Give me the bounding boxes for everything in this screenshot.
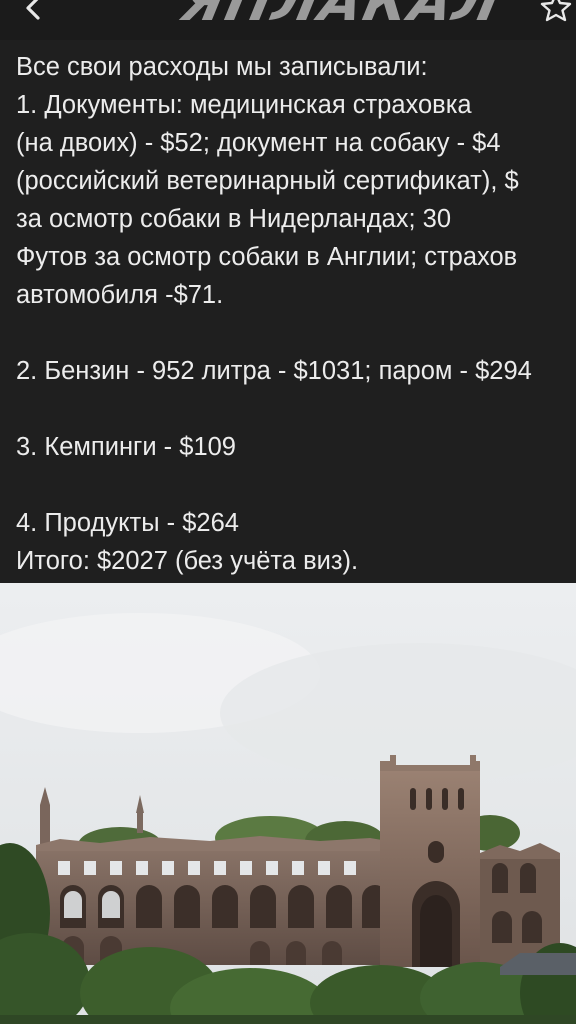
text-line-documents-6: автомобиля -$71. [16,281,224,309]
back-button[interactable] [18,0,48,24]
star-outline-icon [540,0,572,22]
text-line-documents-4: за осмотр собаки в Нидерландах; 30 [16,205,452,233]
abbey-ruins-illustration [0,583,576,1024]
text-line-documents: 1. Документы: медицинская страховка [16,91,472,119]
chevron-left-icon [26,0,40,20]
post-page: ЯПЛАКАЛ Все свои расходы мы записывали: … [0,0,576,1024]
text-line-total: Итого: $2027 (без учёта виз). [16,547,359,575]
favorite-button[interactable] [540,0,572,22]
site-logo[interactable]: ЯПЛАКАЛ [176,0,508,33]
text-line-documents-3: (российский ветеринарный сертификат), $ [16,167,519,195]
text-line-documents-2: (на двоих) - $52; документ на собаку - $… [16,129,501,157]
text-line-campings: 3. Кемпинги - $109 [16,433,236,461]
post-body-text: Все свои расходы мы записывали: 1. Докум… [16,48,576,580]
text-line-intro: Все свои расходы мы записывали: [16,53,428,81]
text-line-fuel: 2. Бензин - 952 литра - $1031; паром - $… [16,357,532,385]
text-line-food: 4. Продукты - $264 [16,509,239,537]
text-line-documents-5: Футов за осмотр собаки в Англии; страхов [16,243,518,271]
site-logo-text: ЯПЛАКАЛ [176,0,509,33]
abbey-ruins-photo[interactable] [0,583,576,1024]
top-app-bar: ЯПЛАКАЛ [0,0,576,40]
